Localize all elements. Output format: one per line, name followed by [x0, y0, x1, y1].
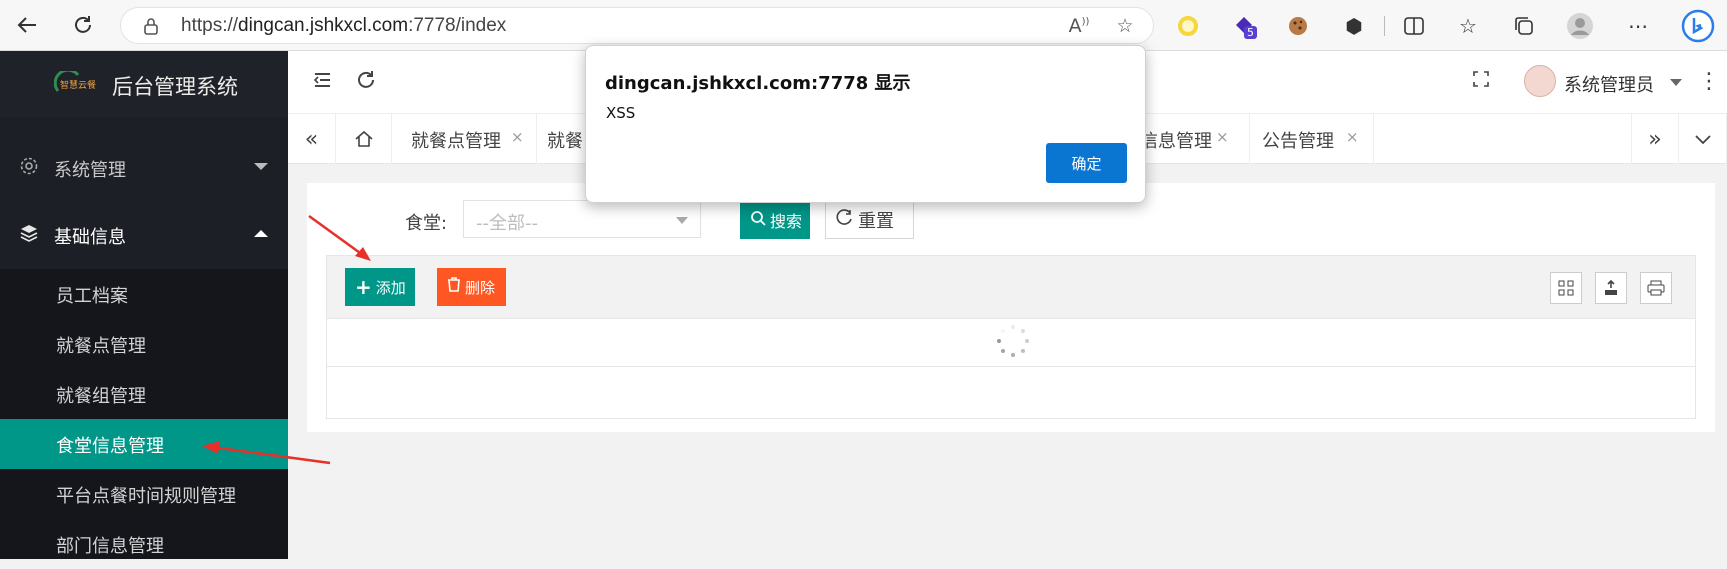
add-button[interactable]: + 添加: [345, 268, 415, 306]
menu-group-basic-info[interactable]: 基础信息: [0, 199, 288, 269]
canteen-filter-label: 食堂:: [405, 213, 448, 234]
tab-info-management[interactable]: 信息管理 ×: [1140, 114, 1250, 164]
annotation-arrow-menu: [202, 441, 331, 465]
favorites-icon[interactable]: ☆: [1454, 12, 1482, 40]
sidebar-item-label: 就餐点管理: [56, 336, 146, 357]
collapse-menu-icon[interactable]: [308, 69, 336, 97]
sidebar: 智慧云餐 后台管理系统 系统管理 基础信息 员工档案 就餐点管理 就餐组管理 食…: [0, 51, 288, 559]
sidebar-item-label: 食堂信息管理: [56, 436, 164, 457]
brand-title: 后台管理系统: [112, 75, 238, 99]
alert-dialog: dingcan.jshkxcl.com:7778 显示 XSS 确定: [585, 45, 1146, 203]
columns-icon[interactable]: [1550, 272, 1582, 304]
lock-icon[interactable]: [143, 17, 159, 35]
search-button-label: 搜索: [770, 212, 803, 231]
annotation-arrow-add: [308, 214, 371, 261]
url-text[interactable]: https://dingcan.jshkxcl.com:7778/index: [181, 15, 506, 37]
dialog-title: dingcan.jshkxcl.com:7778 显示: [605, 73, 911, 94]
more-icon[interactable]: ⋯: [1624, 12, 1652, 40]
canteen-select[interactable]: --全部--: [463, 200, 701, 238]
back-icon[interactable]: [10, 8, 44, 42]
print-icon[interactable]: [1640, 272, 1672, 304]
extension-badge-count: 5: [1244, 26, 1257, 39]
menu-group-label: 基础信息: [54, 227, 126, 248]
extension-ring-icon[interactable]: [1174, 12, 1202, 40]
tabs-dropdown-icon[interactable]: [1679, 114, 1727, 164]
address-bar[interactable]: https://dingcan.jshkxcl.com:7778/index A…: [120, 7, 1154, 44]
sidebar-item-label: 员工档案: [56, 286, 128, 307]
reset-button-label: 重置: [858, 211, 894, 232]
delete-button[interactable]: 删除: [437, 268, 506, 306]
sidebar-item-dining-point[interactable]: 就餐点管理: [0, 319, 288, 369]
sidebar-item-department-info[interactable]: 部门信息管理: [0, 519, 288, 569]
brand-logo: 智慧云餐: [54, 71, 96, 92]
close-icon[interactable]: ×: [1346, 128, 1359, 146]
gear-icon: [19, 156, 39, 176]
user-name: 系统管理员: [1564, 75, 1654, 96]
export-icon[interactable]: [1595, 272, 1627, 304]
sidebar-item-order-time-rules[interactable]: 平台点餐时间规则管理: [0, 469, 288, 519]
chevron-down-icon: [254, 163, 268, 170]
extension-badge-icon[interactable]: 5: [1230, 12, 1258, 40]
refresh-page-icon[interactable]: [352, 69, 380, 97]
browser-toolbar: https://dingcan.jshkxcl.com:7778/index A…: [0, 0, 1727, 51]
read-aloud-icon[interactable]: A)): [1067, 15, 1091, 39]
reset-button[interactable]: 重置: [825, 201, 914, 239]
tab-label: 信息管理: [1140, 131, 1212, 152]
menu-group-system[interactable]: 系统管理: [0, 132, 288, 202]
tabs-scroll-left-icon[interactable]: «: [288, 114, 336, 164]
brand: 智慧云餐 后台管理系统: [0, 51, 288, 117]
caret-down-icon: [1670, 79, 1682, 86]
dialog-ok-button[interactable]: 确定: [1046, 143, 1127, 183]
sidebar-item-label: 部门信息管理: [56, 536, 164, 557]
add-button-label: 添加: [375, 278, 406, 297]
sidebar-item-employee-archive[interactable]: 员工档案: [0, 269, 288, 319]
collections-icon[interactable]: [1510, 12, 1538, 40]
dialog-message: XSS: [606, 104, 636, 122]
profile-icon[interactable]: [1566, 12, 1594, 40]
search-button[interactable]: 搜索: [740, 201, 810, 239]
plus-icon: +: [355, 275, 372, 299]
table-toolbar: + 添加 删除: [326, 255, 1696, 319]
reset-icon: [836, 208, 854, 232]
split-screen-icon[interactable]: [1400, 12, 1428, 40]
refresh-icon[interactable]: [66, 8, 100, 42]
sidebar-item-label: 平台点餐时间规则管理: [56, 486, 236, 507]
fullscreen-icon[interactable]: [1467, 69, 1495, 97]
data-table: [326, 319, 1696, 419]
more-vertical-icon[interactable]: ⋮: [1695, 69, 1723, 97]
tab-notice-management[interactable]: 公告管理 ×: [1250, 114, 1374, 164]
toolbar-divider: [1384, 16, 1385, 36]
layers-icon: [19, 223, 39, 243]
svg-text:智慧云餐: 智慧云餐: [60, 79, 96, 91]
avatar: [1524, 65, 1556, 97]
tab-label: 就餐点管理: [411, 131, 501, 152]
chevron-up-icon: [254, 230, 268, 237]
menu-group-label: 系统管理: [54, 160, 126, 181]
trash-icon: [447, 277, 461, 297]
delete-button-label: 删除: [465, 278, 496, 297]
table-row-divider: [327, 366, 1695, 367]
tab-label: 公告管理: [1262, 131, 1334, 152]
tab-label: 就餐: [547, 131, 583, 152]
cookie-icon[interactable]: [1284, 12, 1312, 40]
sidebar-item-label: 就餐组管理: [56, 386, 146, 407]
loading-spinner-icon: [997, 325, 1029, 357]
content-card: 食堂: --全部-- 搜索 重置 + 添加 删除: [307, 183, 1715, 432]
search-icon: [750, 210, 766, 231]
close-icon[interactable]: ×: [1216, 128, 1229, 146]
tabs-scroll-right-icon[interactable]: »: [1631, 114, 1679, 164]
caret-down-icon: [676, 217, 688, 224]
favorite-add-icon[interactable]: ☆: [1113, 15, 1137, 39]
submenu-basic-info: 员工档案 就餐点管理 就餐组管理 食堂信息管理 平台点餐时间规则管理 部门信息管…: [0, 269, 288, 559]
sidebar-item-dining-group[interactable]: 就餐组管理: [0, 369, 288, 419]
home-icon[interactable]: [336, 114, 392, 164]
close-icon[interactable]: ×: [511, 128, 524, 146]
puzzle-icon[interactable]: ⬢: [1340, 12, 1368, 40]
bing-icon[interactable]: [1680, 8, 1716, 44]
select-value: --全部--: [476, 213, 538, 234]
tab-dining-point[interactable]: 就餐点管理 ×: [392, 114, 537, 164]
